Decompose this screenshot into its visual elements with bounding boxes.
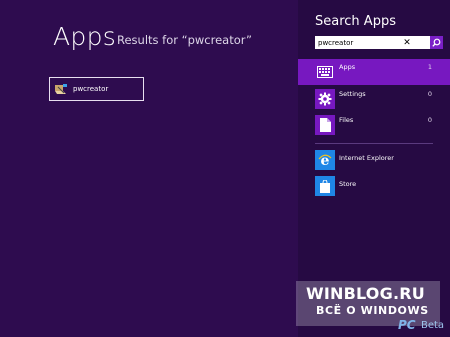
search-icon: [432, 38, 441, 47]
result-tile-pwcreator[interactable]: pwcreator: [49, 77, 144, 101]
scope-settings-count: 0: [427, 90, 432, 98]
scope-divider: [315, 143, 433, 144]
keyboard-icon: [315, 62, 335, 82]
scope-apps-count: 1: [427, 63, 432, 71]
close-icon[interactable]: ✕: [400, 36, 414, 49]
watermark-site: WINBLOG.RU: [306, 284, 425, 303]
results-subtitle: Results for “pwcreator”: [117, 33, 252, 47]
watermark-brand: PC: [398, 318, 416, 332]
pwcreator-app-icon: [54, 83, 68, 95]
search-results-area: Apps Results for “pwcreator” pwcreator: [0, 0, 298, 337]
watermark-beta: Beta: [421, 320, 445, 331]
app-internet-explorer-label: Internet Explorer: [339, 154, 394, 162]
scope-apps-label: Apps: [339, 63, 356, 71]
watermark-tagline: ВСЁ О WINDOWS: [316, 304, 429, 317]
scope-apps[interactable]: Apps 1: [298, 59, 450, 85]
result-tile-label: pwcreator: [73, 85, 109, 93]
search-pane-title: Search Apps: [315, 14, 396, 29]
scope-settings[interactable]: Settings 0: [298, 86, 450, 112]
search-input[interactable]: [315, 37, 400, 48]
scope-files-count: 0: [427, 116, 432, 124]
scope-files-label: Files: [339, 116, 354, 124]
app-store-label: Store: [339, 180, 357, 188]
page-title: Apps: [53, 22, 117, 51]
app-internet-explorer[interactable]: e Internet Explorer: [298, 150, 450, 174]
search-button[interactable]: [430, 36, 443, 49]
scope-files[interactable]: Files 0: [298, 112, 450, 138]
app-store[interactable]: Store: [298, 176, 450, 200]
gear-icon: [315, 89, 335, 109]
file-icon: [315, 115, 335, 135]
search-box: ✕: [315, 36, 430, 49]
internet-explorer-icon: e: [315, 150, 335, 170]
store-icon: [315, 176, 335, 196]
scope-settings-label: Settings: [339, 90, 366, 98]
